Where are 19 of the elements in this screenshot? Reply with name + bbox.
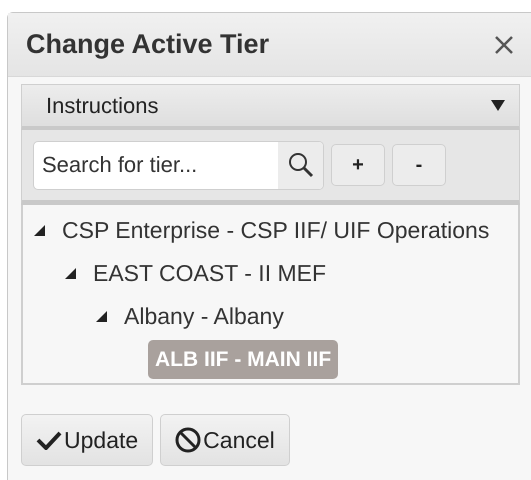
search-field[interactable]: Search for tier... (34, 142, 278, 188)
prohibited-icon (175, 427, 202, 453)
collapse-all-button[interactable]: - (392, 144, 446, 186)
dropdown-triangle-icon (491, 100, 505, 111)
expanded-triangle-icon[interactable] (34, 225, 45, 236)
close-icon[interactable] (494, 34, 514, 54)
tree-item[interactable]: Albany - Albany (117, 295, 291, 338)
search-icon[interactable] (288, 152, 314, 178)
cancel-button[interactable]: Cancel (160, 414, 290, 466)
expand-all-button[interactable]: + (331, 144, 385, 186)
update-button[interactable]: Update (21, 414, 154, 466)
expanded-triangle-icon[interactable] (65, 268, 76, 279)
tree-item[interactable]: CSP Enterprise - CSP IIF/ UIF Operations (55, 209, 496, 252)
search-box[interactable]: Search for tier... (33, 140, 324, 190)
dialog-title: Change Active Tier (26, 28, 270, 62)
checkmark-icon (36, 430, 62, 450)
tree-item[interactable]: EAST COAST - II MEF (86, 252, 334, 295)
expanded-triangle-icon[interactable] (96, 311, 107, 322)
instructions-toggle[interactable]: Instructions (21, 84, 520, 130)
